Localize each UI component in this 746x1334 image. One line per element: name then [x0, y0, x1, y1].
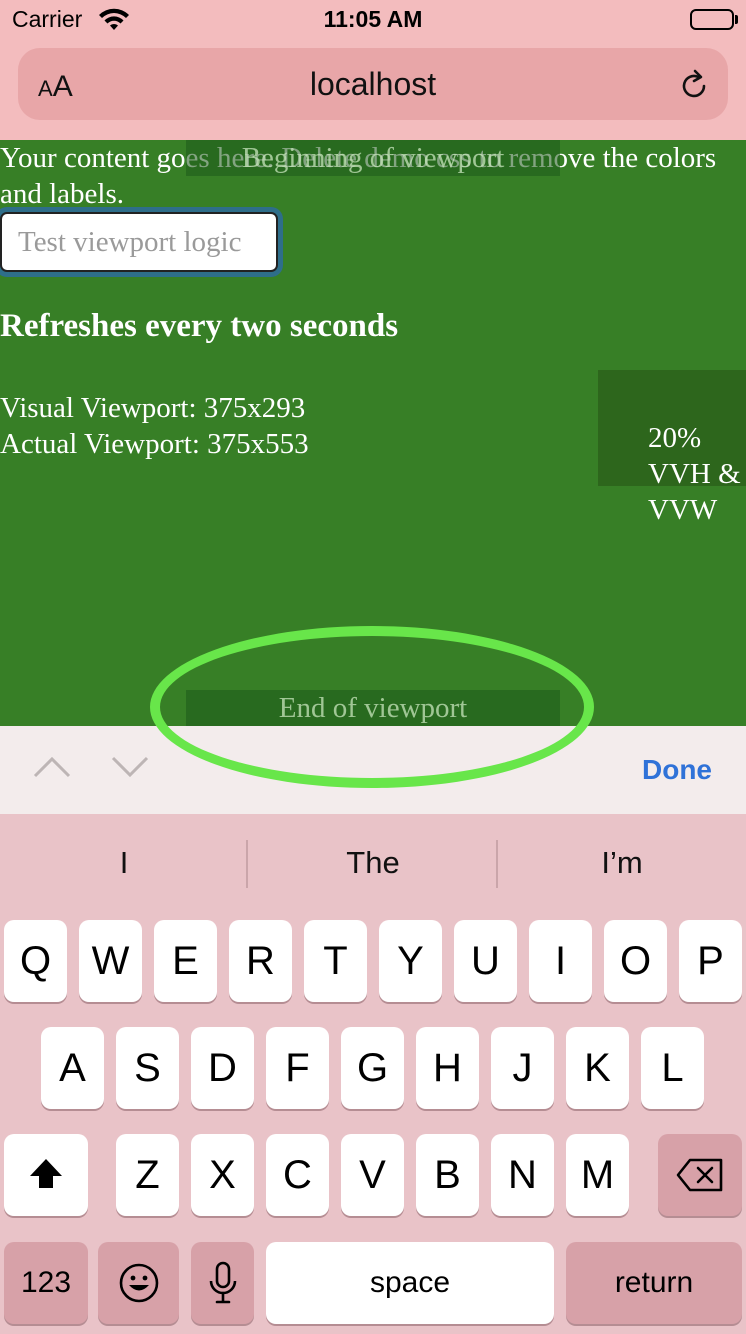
- key-r[interactable]: R: [229, 920, 292, 1002]
- keyboard-accessory-bar: Done: [0, 726, 746, 814]
- battery-icon: [690, 9, 734, 30]
- browser-toolbar: AA localhost: [0, 42, 746, 140]
- actual-viewport-readout: Actual Viewport: 375x553: [0, 428, 309, 460]
- key-f[interactable]: F: [266, 1027, 329, 1109]
- address-bar[interactable]: AA localhost: [18, 48, 728, 120]
- key-j[interactable]: J: [491, 1027, 554, 1109]
- url-host[interactable]: localhost: [18, 66, 728, 103]
- key-w[interactable]: W: [79, 920, 142, 1002]
- key-b[interactable]: B: [416, 1134, 479, 1216]
- viewport-box-label: 20% VVH & VVW: [648, 422, 741, 526]
- key-x[interactable]: X: [191, 1134, 254, 1216]
- backspace-icon: [676, 1158, 723, 1192]
- suggestion-divider: [246, 840, 248, 888]
- dictation-key[interactable]: [191, 1242, 254, 1324]
- key-v[interactable]: V: [341, 1134, 404, 1216]
- suggestion-1[interactable]: I: [0, 838, 248, 888]
- return-key[interactable]: return: [566, 1242, 742, 1324]
- suggestion-2[interactable]: The: [249, 838, 497, 888]
- end-viewport-label: End of viewport: [186, 690, 560, 726]
- key-l[interactable]: L: [641, 1027, 704, 1109]
- key-q[interactable]: Q: [4, 920, 67, 1002]
- visual-viewport-readout: Visual Viewport: 375x293: [0, 392, 306, 424]
- emoji-icon: [119, 1263, 158, 1303]
- key-m[interactable]: M: [566, 1134, 629, 1216]
- space-key[interactable]: space: [266, 1242, 554, 1324]
- emoji-key[interactable]: [98, 1242, 179, 1324]
- key-s[interactable]: S: [116, 1027, 179, 1109]
- delete-key[interactable]: [658, 1134, 742, 1216]
- shift-icon: [30, 1159, 62, 1188]
- microphone-icon: [209, 1261, 236, 1304]
- key-t[interactable]: T: [304, 920, 367, 1002]
- key-a[interactable]: A: [41, 1027, 104, 1109]
- key-i[interactable]: I: [529, 920, 592, 1002]
- key-h[interactable]: H: [416, 1027, 479, 1109]
- key-d[interactable]: D: [191, 1027, 254, 1109]
- done-button[interactable]: Done: [642, 754, 712, 786]
- key-z[interactable]: Z: [116, 1134, 179, 1216]
- key-n[interactable]: N: [491, 1134, 554, 1216]
- reload-icon[interactable]: [676, 68, 712, 109]
- begin-viewport-label: Beginning of viewport: [186, 140, 560, 176]
- web-content: Your content goes here. Delete demo css …: [0, 140, 746, 726]
- test-viewport-input[interactable]: Test viewport logic: [0, 212, 278, 272]
- chevron-up-icon[interactable]: [32, 754, 72, 785]
- key-e[interactable]: E: [154, 920, 217, 1002]
- clock: 11:05 AM: [323, 6, 423, 32]
- shift-key[interactable]: [4, 1134, 88, 1216]
- status-bar: Carrier 11:05 AM: [0, 0, 746, 42]
- key-g[interactable]: G: [341, 1027, 404, 1109]
- refresh-heading: Refreshes every two seconds: [0, 308, 399, 344]
- keyboard: I The I’m Q W E R T Y U I O P A S D F G …: [0, 814, 746, 1334]
- key-u[interactable]: U: [454, 920, 517, 1002]
- key-k[interactable]: K: [566, 1027, 629, 1109]
- battery-tip: [735, 15, 738, 24]
- key-o[interactable]: O: [604, 920, 667, 1002]
- chevron-down-icon[interactable]: [110, 754, 150, 785]
- suggestion-3[interactable]: I’m: [498, 838, 746, 888]
- key-p[interactable]: P: [679, 920, 742, 1002]
- numbers-key[interactable]: 123: [4, 1242, 88, 1324]
- key-y[interactable]: Y: [379, 920, 442, 1002]
- key-c[interactable]: C: [266, 1134, 329, 1216]
